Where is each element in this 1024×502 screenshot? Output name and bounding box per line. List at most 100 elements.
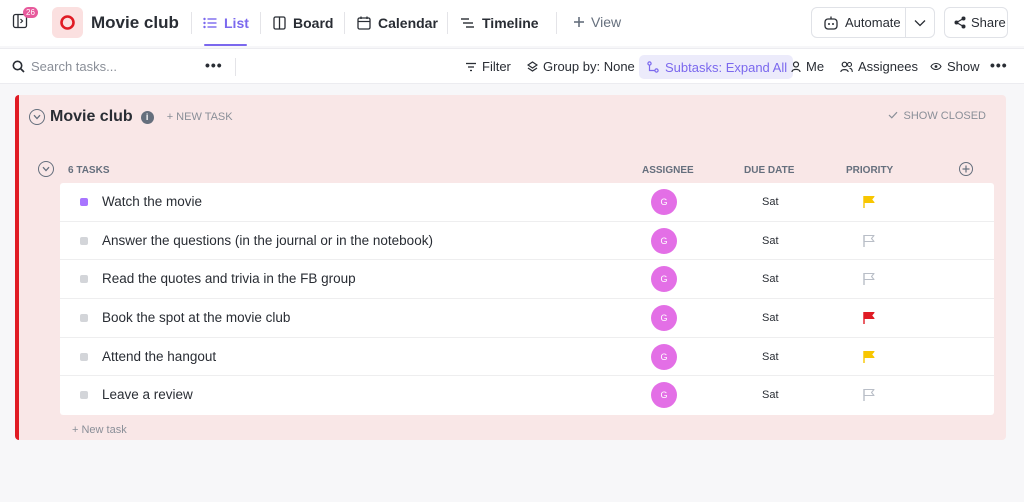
new-task-bottom-button[interactable]: + New task: [72, 424, 127, 436]
active-tab-indicator: [204, 44, 247, 46]
add-column-icon[interactable]: [959, 162, 973, 176]
task-row[interactable]: Watch the movie G Sat: [60, 183, 994, 222]
assignee-avatar[interactable]: G: [651, 227, 677, 254]
more-options-icon[interactable]: •••: [990, 57, 1008, 73]
column-header-priority[interactable]: PRIORITY: [846, 165, 893, 176]
tab-divider: [191, 12, 192, 34]
layers-icon: [527, 60, 538, 72]
eye-icon: [930, 62, 942, 71]
tab-divider: [556, 12, 557, 34]
assignee-avatar[interactable]: G: [651, 382, 677, 409]
info-icon[interactable]: i: [140, 110, 154, 124]
space-title[interactable]: Movie club: [91, 13, 179, 33]
top-header: 26 Movie club List Board Calendar Timeli…: [0, 0, 1024, 46]
task-row[interactable]: Attend the hangout G Sat: [60, 338, 994, 377]
people-icon: [840, 61, 853, 72]
task-name[interactable]: Answer the questions (in the journal or …: [102, 233, 433, 248]
priority-flag-icon[interactable]: [862, 311, 876, 330]
robot-icon: [824, 16, 838, 30]
list-panel: Movie club i + NEW TASK SHOW CLOSED 6 TA…: [15, 95, 1006, 440]
list-name[interactable]: Movie club: [50, 108, 133, 126]
task-row[interactable]: Leave a review G Sat: [60, 376, 994, 415]
group-by-button[interactable]: Group by: None: [527, 59, 635, 74]
search-input[interactable]: [31, 59, 191, 74]
task-list: Watch the movie G Sat Answer the questions …: [60, 183, 994, 416]
assignee-avatar[interactable]: G: [651, 266, 677, 293]
assignee-avatar[interactable]: G: [651, 189, 677, 215]
subtasks-label: Subtasks: Expand All: [665, 59, 788, 75]
share-icon: [954, 16, 966, 29]
task-row[interactable]: Read the quotes and trivia in the FB gro…: [60, 260, 994, 300]
due-date[interactable]: Sat: [762, 196, 779, 208]
me-filter-button[interactable]: Me: [791, 59, 824, 74]
status-indicator-icon[interactable]: [80, 352, 88, 361]
chevron-down-icon[interactable]: [914, 19, 926, 27]
search-options-icon[interactable]: •••: [205, 57, 223, 73]
task-name[interactable]: Leave a review: [102, 387, 193, 402]
due-date[interactable]: Sat: [762, 389, 779, 401]
status-indicator-icon[interactable]: [80, 236, 88, 245]
check-icon: [889, 111, 898, 119]
collapse-list-icon[interactable]: [29, 109, 45, 125]
task-name[interactable]: Read the quotes and trivia in the FB gro…: [102, 271, 356, 286]
person-icon: [791, 60, 801, 72]
group-by-label: Group by: None: [543, 59, 635, 74]
new-task-header-button[interactable]: + NEW TASK: [167, 111, 233, 123]
filter-icon: [466, 62, 476, 71]
list-title-row: Movie club i + NEW TASK: [29, 107, 233, 127]
show-closed-label: SHOW CLOSED: [903, 110, 986, 122]
priority-flag-icon[interactable]: [862, 272, 876, 291]
filter-button[interactable]: Filter: [465, 59, 511, 74]
task-name[interactable]: Book the spot at the movie club: [102, 310, 290, 325]
show-closed-button[interactable]: SHOW CLOSED: [888, 110, 986, 122]
space-icon[interactable]: [52, 7, 83, 38]
list-toolbar: ••• Filter Group by: None Subtasks: Expa…: [0, 48, 1024, 84]
automate-divider: [905, 8, 906, 37]
priority-flag-icon[interactable]: [862, 350, 876, 369]
me-label: Me: [806, 59, 825, 74]
task-count: 6 TASKS: [68, 165, 110, 176]
status-indicator-icon[interactable]: [80, 391, 88, 400]
due-date[interactable]: Sat: [762, 235, 779, 247]
board-icon: [273, 16, 286, 30]
task-name[interactable]: Attend the hangout: [102, 349, 216, 364]
collapse-group-icon[interactable]: [38, 161, 54, 177]
task-row[interactable]: Answer the questions (in the journal or …: [60, 222, 994, 261]
task-name[interactable]: Watch the movie: [102, 194, 202, 209]
column-header-due-date[interactable]: DUE DATE: [744, 165, 794, 176]
priority-flag-icon[interactable]: [862, 234, 876, 253]
search-box[interactable]: [12, 59, 191, 74]
priority-flag-icon[interactable]: [862, 388, 876, 407]
plus-icon: [574, 17, 584, 27]
assignees-label: Assignees: [858, 59, 918, 74]
tab-divider: [344, 12, 345, 34]
status-indicator-icon[interactable]: [80, 275, 88, 284]
tab-timeline-label: Timeline: [482, 15, 539, 31]
tab-calendar[interactable]: Calendar: [357, 14, 438, 32]
task-table-header: 6 TASKS ASSIGNEE DUE DATE PRIORITY: [38, 161, 998, 181]
assignee-avatar[interactable]: G: [651, 305, 677, 332]
share-button[interactable]: Share: [944, 7, 1008, 38]
tab-list-label: List: [224, 15, 249, 31]
due-date[interactable]: Sat: [762, 351, 779, 363]
tab-timeline[interactable]: Timeline: [460, 14, 539, 32]
tab-divider: [447, 12, 448, 34]
tab-list[interactable]: List: [203, 14, 249, 32]
assignees-button[interactable]: Assignees: [840, 59, 918, 74]
task-row[interactable]: Book the spot at the movie club G Sat: [60, 299, 994, 338]
status-indicator-icon[interactable]: [80, 314, 88, 323]
priority-flag-icon[interactable]: [862, 195, 876, 214]
assignee-avatar[interactable]: G: [651, 343, 677, 370]
tab-board-label: Board: [293, 15, 334, 31]
add-view-button[interactable]: View: [573, 14, 621, 30]
column-header-assignee[interactable]: ASSIGNEE: [642, 165, 694, 176]
share-label: Share: [971, 15, 1006, 30]
automate-button[interactable]: Automate: [811, 7, 935, 38]
status-indicator-icon[interactable]: [80, 198, 88, 206]
due-date[interactable]: Sat: [762, 273, 779, 285]
due-date[interactable]: Sat: [762, 312, 779, 324]
tab-board[interactable]: Board: [273, 14, 333, 32]
show-button[interactable]: Show: [930, 59, 980, 74]
subtasks-button[interactable]: Subtasks: Expand All: [639, 55, 794, 79]
add-view-label: View: [591, 14, 622, 30]
